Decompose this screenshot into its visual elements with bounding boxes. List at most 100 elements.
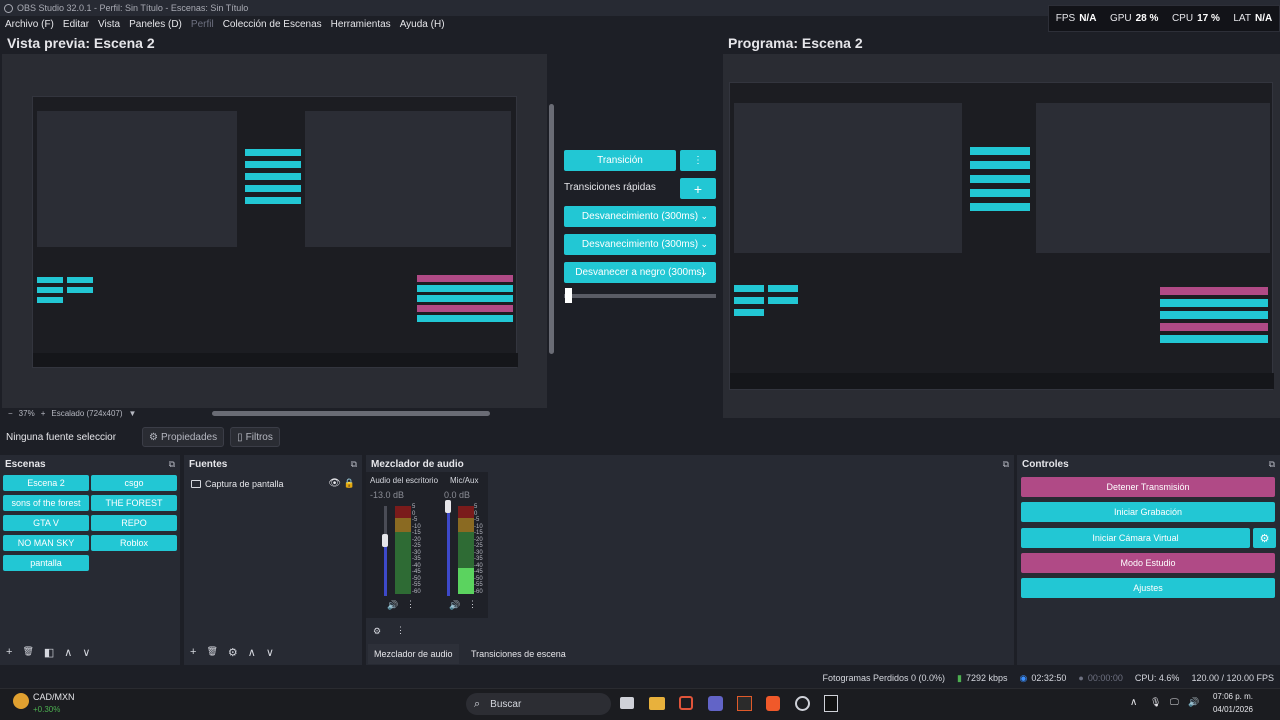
scene-item[interactable]: THE FOREST (91, 495, 177, 511)
scene-item[interactable]: NO MAN SKY (3, 535, 89, 551)
meter-tick-label: -45 (412, 569, 421, 575)
stop-streaming-button[interactable]: Detener Transmisión (1021, 477, 1275, 497)
scene-item[interactable]: GTA V (3, 515, 89, 531)
menu-herramientas[interactable]: Herramientas (331, 19, 391, 30)
media-app-icon[interactable] (737, 696, 752, 711)
meter-tick-label: -25 (474, 543, 483, 549)
move-up-icon[interactable]: ∧ (248, 646, 256, 659)
stock-name[interactable]: CAD/MXN (33, 692, 75, 702)
transition-slider-handle[interactable] (565, 288, 572, 303)
scenes-toolbar: + 🗑 ◧ ∧ ∨ (6, 646, 90, 659)
menu-archivo[interactable]: Archivo (F) (5, 19, 54, 30)
stat-lat: LAT N/A (1233, 13, 1272, 24)
scene-item[interactable]: REPO (91, 515, 177, 531)
taskbar-search-box[interactable]: ⌕ Buscar (466, 693, 611, 715)
status-bar: Fotogramas Perdidos 0 (0.0%) ▮ 7292 kbps… (0, 668, 1280, 688)
display-icon[interactable]: 🖵 (1170, 697, 1179, 708)
task-view-icon[interactable] (620, 697, 634, 709)
advanced-audio-gear-icon[interactable]: ⚙ (373, 626, 381, 637)
cpu-usage: CPU: 4.6% (1134, 673, 1180, 683)
mute-speaker-icon[interactable]: 🔊 (387, 600, 398, 611)
dropped-frames: Fotogramas Perdidos 0 (0.0%) (822, 673, 946, 683)
tab-scene-transitions[interactable]: Transiciones de escena (465, 644, 572, 664)
epic-games-icon[interactable] (824, 695, 838, 712)
file-explorer-icon[interactable] (649, 697, 665, 710)
sources-title: Fuentes (189, 459, 228, 470)
remove-source-icon[interactable]: 🗑 (206, 646, 217, 659)
preview-vertical-scrollbar[interactable] (549, 104, 554, 354)
menu-editar[interactable]: Editar (63, 19, 89, 30)
scene-item[interactable]: pantalla (3, 555, 89, 571)
windows-start-icon[interactable] (440, 695, 456, 711)
start-virtual-camera-button[interactable]: Iniciar Cámara Virtual (1021, 528, 1250, 548)
microphone-icon[interactable]: 🎙 (1150, 697, 1161, 708)
transition-button[interactable]: Transición (564, 150, 676, 171)
float-dock-icon[interactable]: ⧉ (1003, 459, 1009, 470)
float-dock-icon[interactable]: ⧉ (351, 459, 357, 470)
preview-horizontal-scrollbar[interactable] (212, 411, 490, 416)
teams-icon[interactable] (708, 696, 723, 711)
menu-vista[interactable]: Vista (98, 19, 120, 30)
channel-menu-icon[interactable]: ⋮ (406, 599, 415, 610)
transition-menu-icon[interactable]: ⋮ (680, 150, 716, 171)
record-time: 00:00:00 (1087, 673, 1123, 683)
volume-slider-handle[interactable] (382, 534, 388, 548)
add-quick-transition-icon[interactable]: + (680, 178, 716, 199)
filters-button[interactable]: ▯ Filtros (230, 427, 280, 447)
scene-item[interactable]: Roblox (91, 535, 177, 551)
channel-menu-icon[interactable]: ⋮ (468, 599, 477, 610)
float-dock-icon[interactable]: ⧉ (169, 459, 175, 470)
brave-browser-icon[interactable] (766, 696, 780, 711)
move-down-icon[interactable]: ∨ (266, 646, 274, 659)
source-properties-icon[interactable]: ⚙ (228, 646, 238, 659)
remove-scene-icon[interactable]: 🗑 (22, 646, 33, 659)
start-recording-button[interactable]: Iniciar Grabación (1021, 502, 1275, 522)
volume-icon[interactable]: 🔊 (1188, 697, 1199, 708)
scale-dropdown-icon[interactable]: ▼ (129, 409, 137, 418)
stat-fps: FPS N/A (1056, 13, 1097, 24)
lock-icon[interactable]: 🔒 (344, 478, 355, 489)
chevron-down-icon: ⌄ (700, 211, 708, 221)
security-app-icon[interactable] (679, 696, 693, 710)
mixer-menu-icon[interactable]: ⋮ (396, 625, 405, 636)
float-dock-icon[interactable]: ⧉ (1269, 459, 1275, 470)
menu-perfil[interactable]: Perfil (191, 19, 214, 30)
scale-mode-label[interactable]: Escalado (724x407) (51, 409, 122, 418)
quick-transition-3[interactable]: Desvanecer a negro (300ms) ⌄ (564, 262, 716, 283)
quick-transition-2[interactable]: Desvanecimiento (300ms) ⌄ (564, 234, 716, 255)
window-title: OBS Studio 32.0.1 - Perfil: Sin Título -… (17, 3, 249, 13)
obs-taskbar-icon[interactable] (795, 696, 810, 711)
quick-transition-1[interactable]: Desvanecimiento (300ms) ⌄ (564, 206, 716, 227)
scene-item[interactable]: sons of the forest (3, 495, 89, 511)
quick-transition-3-label: Desvanecer a negro (300ms) (575, 267, 705, 278)
stock-widget-icon[interactable] (13, 693, 29, 709)
tab-audio-mixer[interactable]: Mezclador de audio (368, 644, 459, 664)
zoom-in-button[interactable]: + (41, 409, 46, 418)
properties-button[interactable]: ⚙ Propiedades (142, 427, 225, 447)
settings-button[interactable]: Ajustes (1021, 578, 1275, 598)
move-down-icon[interactable]: ∨ (82, 646, 90, 659)
clock-time[interactable]: 07:06 p. m. (1206, 692, 1260, 701)
program-nested-capture (729, 82, 1274, 390)
add-scene-icon[interactable]: + (6, 646, 12, 659)
preview-canvas[interactable] (2, 54, 547, 408)
tray-overflow-icon[interactable]: ∧ (1130, 697, 1137, 708)
volume-slider-handle[interactable] (445, 500, 451, 513)
scene-item[interactable]: csgo (91, 475, 177, 491)
scene-item[interactable]: Escena 2 (3, 475, 89, 491)
mute-speaker-icon[interactable]: 🔊 (449, 600, 460, 611)
no-source-label: Ninguna fuente seleccionada (6, 431, 116, 443)
move-up-icon[interactable]: ∧ (64, 646, 72, 659)
stat-gpu: GPU 28 % (1110, 13, 1158, 24)
source-item[interactable]: Captura de pantalla 👁 🔒 (191, 476, 361, 491)
add-source-icon[interactable]: + (190, 646, 196, 659)
menu-coleccion-escenas[interactable]: Colección de Escenas (223, 19, 322, 30)
visibility-eye-icon[interactable]: 👁 (328, 478, 341, 489)
transition-slider-track[interactable] (564, 294, 716, 298)
studio-mode-button[interactable]: Modo Estudio (1021, 553, 1275, 573)
scene-filter-icon[interactable]: ◧ (44, 646, 54, 659)
menu-paneles[interactable]: Paneles (D) (129, 19, 182, 30)
virtual-camera-gear-icon[interactable]: ⚙ (1253, 528, 1276, 548)
menu-ayuda[interactable]: Ayuda (H) (400, 19, 445, 30)
zoom-out-button[interactable]: − (8, 409, 13, 418)
